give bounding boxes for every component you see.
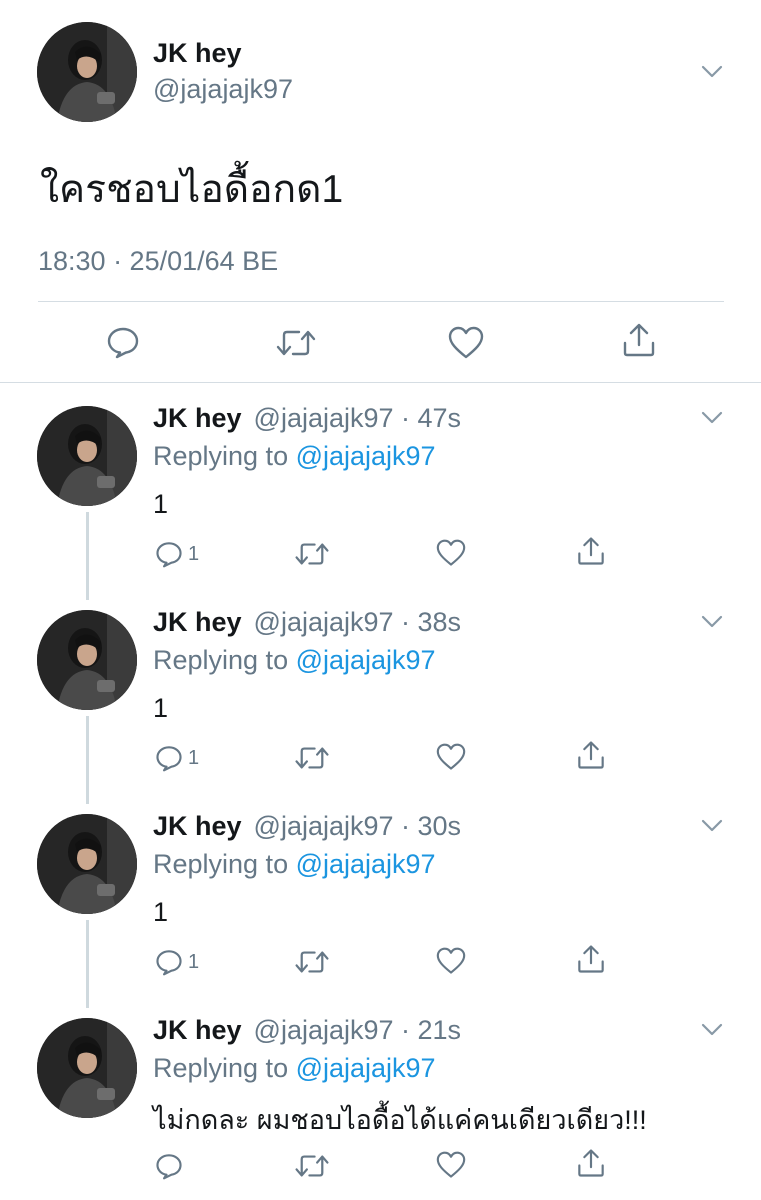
avatar[interactable] [37,406,137,506]
reply-header: JK hey @jajajajk97 · 21s [153,1015,461,1046]
tweet-text: 1 [153,693,169,723]
retweet-button[interactable] [294,948,330,976]
reply-icon [156,950,182,976]
reply-header: JK hey @jajajajk97 · 38s [153,607,461,638]
retweet-icon [295,543,329,565]
replying-to-label: Replying to [153,849,296,879]
replying-to: Replying to @jajajajk97 [153,849,436,880]
replying-to-label: Replying to [153,645,296,675]
reply-icon [156,542,182,568]
heart-icon [436,947,466,974]
retweet-icon [295,951,329,973]
tweet-text: 1 [153,897,169,927]
thread-line [86,716,89,804]
retweet-button[interactable] [294,1152,330,1180]
retweet-button[interactable] [294,540,330,568]
share-icon [623,323,655,357]
reply-icon [156,1154,182,1180]
like-button[interactable] [436,539,466,567]
chevron-down-icon[interactable] [701,1023,723,1037]
mention-link[interactable]: @jajajajk97 [296,645,436,675]
chevron-down-icon[interactable] [701,411,723,425]
chevron-down-icon[interactable] [701,65,723,79]
heart-icon [448,326,484,359]
retweet-icon [295,747,329,769]
author-name[interactable]: JK hey [153,607,242,637]
tweet-text: ไม่กดละ ผมชอบไอดื้อได้แค่คนเดียวเดียว!!! [153,1105,647,1135]
reply-header: JK hey @jajajajk97 · 30s [153,811,461,842]
avatar[interactable] [37,610,137,710]
heart-icon [436,743,466,770]
like-button[interactable] [436,947,466,975]
heart-icon [436,539,466,566]
share-icon [578,741,604,769]
divider [38,301,724,302]
author-name[interactable]: JK hey [153,1015,242,1045]
reply-count: 1 [188,950,200,973]
reply-button[interactable]: 1 [155,947,199,977]
avatar[interactable] [37,1018,137,1118]
share-button[interactable] [576,536,606,566]
retweet-button[interactable] [275,327,317,359]
reply-button[interactable] [106,325,140,359]
retweet-button[interactable] [294,744,330,772]
author-handle-time[interactable]: @jajajajk97 · 30s [254,811,462,841]
like-button[interactable] [436,1151,466,1179]
author-name[interactable]: JK hey [153,403,242,433]
mention-link[interactable]: @jajajajk97 [296,849,436,879]
tweet-text: ใครชอบไอดื้อกด1 [40,168,344,211]
reply-icon [107,327,139,359]
author-handle[interactable]: @jajajajk97 [153,74,293,105]
replying-to: Replying to @jajajajk97 [153,441,436,472]
like-button[interactable] [436,743,466,771]
avatar[interactable] [37,22,137,122]
replying-to: Replying to @jajajajk97 [153,1053,436,1084]
reply-button[interactable]: 1 [155,539,199,569]
replying-to-label: Replying to [153,1053,296,1083]
author-handle-time[interactable]: @jajajajk97 · 47s [254,403,462,433]
retweet-icon [276,330,316,356]
mention-link[interactable]: @jajajajk97 [296,1053,436,1083]
author-handle-time[interactable]: @jajajajk97 · 38s [254,607,462,637]
reply-icon [156,746,182,772]
tweet-timestamp[interactable]: 18:30 · 25/01/64 BE [38,246,278,277]
reply-count: 1 [188,542,200,565]
heart-icon [436,1151,466,1178]
thread-line [86,512,89,600]
thread-line [86,920,89,1008]
chevron-down-icon[interactable] [701,819,723,833]
replying-to-label: Replying to [153,441,296,471]
share-icon [578,1149,604,1177]
share-icon [578,537,604,565]
mention-link[interactable]: @jajajajk97 [296,441,436,471]
author-name[interactable]: JK hey [153,811,242,841]
replying-to: Replying to @jajajajk97 [153,645,436,676]
share-icon [578,945,604,973]
author-handle-time[interactable]: @jajajajk97 · 21s [254,1015,462,1045]
share-button[interactable] [576,1148,606,1178]
retweet-icon [295,1155,329,1177]
like-button[interactable] [448,326,484,360]
divider [0,382,761,383]
reply-count: 1 [188,746,200,769]
avatar[interactable] [37,814,137,914]
reply-button[interactable]: 1 [155,743,199,773]
author-name[interactable]: JK hey [153,38,242,69]
share-button[interactable] [576,740,606,770]
tweet-text: 1 [153,489,169,519]
chevron-down-icon[interactable] [701,615,723,629]
share-button[interactable] [621,322,657,358]
reply-header: JK hey @jajajajk97 · 47s [153,403,461,434]
reply-button[interactable] [155,1151,188,1181]
share-button[interactable] [576,944,606,974]
